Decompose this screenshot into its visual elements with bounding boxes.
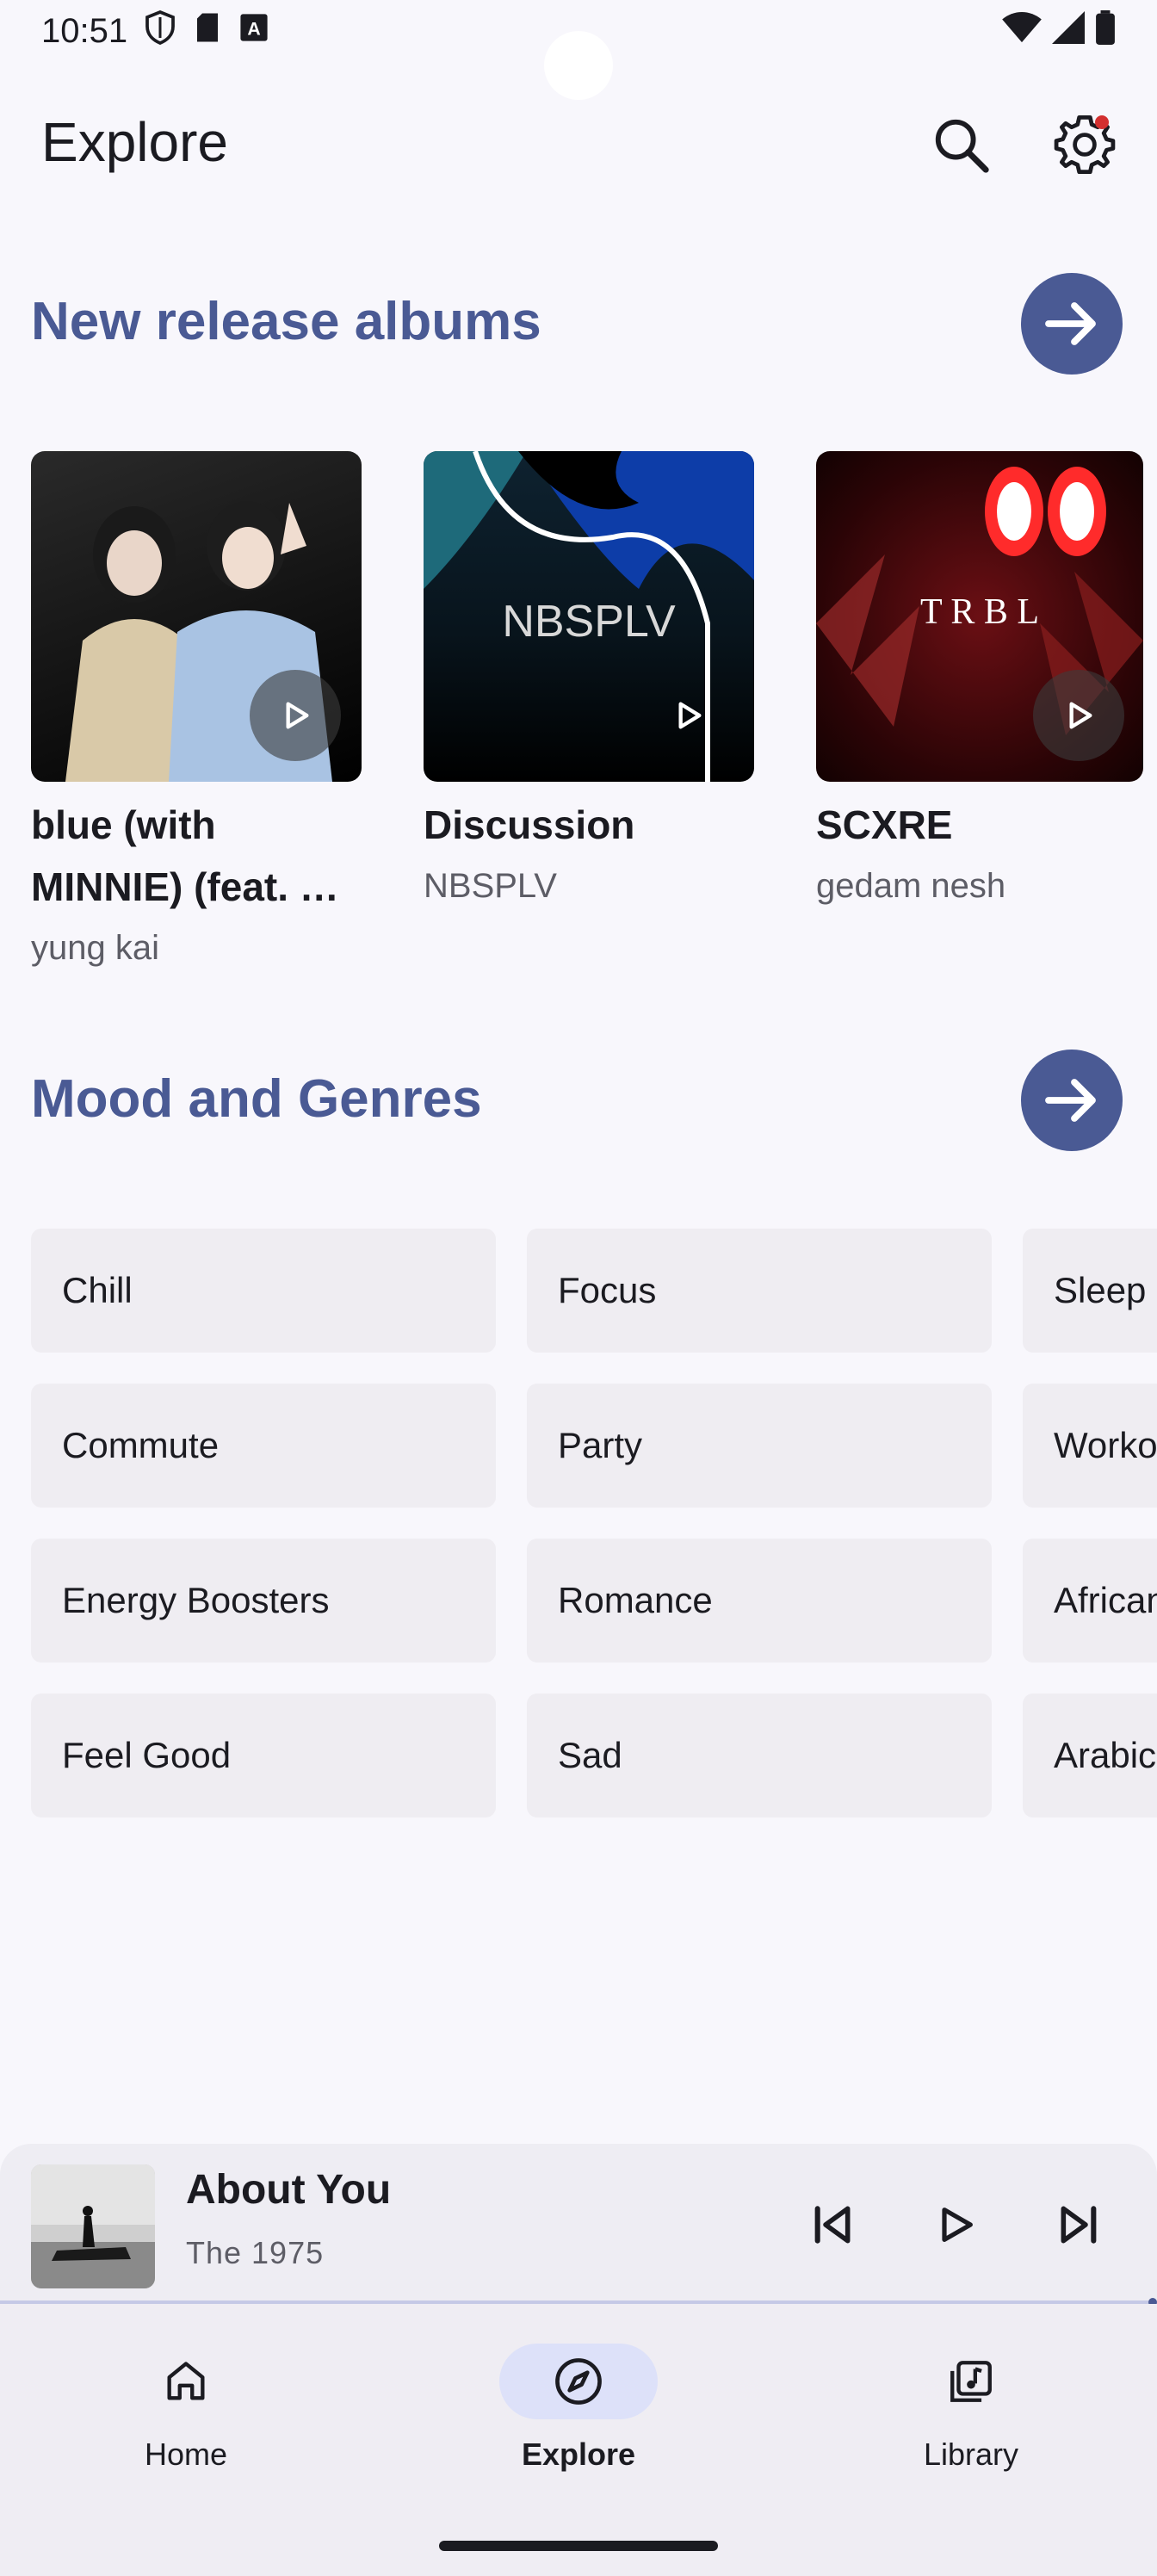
- home-icon: [167, 2362, 205, 2400]
- search-button[interactable]: [919, 103, 1002, 186]
- album-play-button[interactable]: [250, 670, 341, 761]
- skip-next-icon: [1061, 2206, 1097, 2244]
- album-thumbnail: [31, 2164, 155, 2288]
- previous-button[interactable]: [790, 2183, 873, 2266]
- nav-label-home: Home: [144, 2437, 228, 2472]
- album-title: Discussion: [424, 802, 635, 847]
- nav-item-library[interactable]: Library: [842, 2344, 1100, 2473]
- play-icon: [286, 702, 309, 729]
- mood-chip[interactable]: Worko: [1023, 1384, 1157, 1508]
- moods-more-button[interactable]: [1021, 1050, 1123, 1151]
- album-play-button[interactable]: [1033, 670, 1124, 761]
- arrow-right-icon: [1045, 1079, 1096, 1122]
- svg-text:NBSPLV: NBSPLV: [502, 597, 676, 647]
- album-artist: NBSPLV: [424, 867, 557, 905]
- nav-explore-indicator[interactable]: [499, 2344, 658, 2419]
- arrow-right-icon: [1045, 302, 1096, 345]
- play-icon: [1069, 702, 1092, 729]
- settings-button[interactable]: [1043, 103, 1126, 186]
- mood-chip[interactable]: Sleep: [1023, 1229, 1157, 1353]
- mini-player-artwork[interactable]: [31, 2164, 155, 2288]
- play-icon: [942, 2208, 973, 2242]
- nav-label-explore: Explore: [521, 2437, 636, 2472]
- album-title: SCXRE: [816, 802, 953, 847]
- gesture-home-bar[interactable]: [439, 2541, 718, 2551]
- signal-icon: [1052, 11, 1085, 44]
- moods-title: Mood and Genres: [31, 1069, 482, 1129]
- shield-icon: [145, 10, 175, 45]
- notification-dot: [1095, 115, 1109, 129]
- mood-chip[interactable]: Sad: [527, 1694, 992, 1817]
- album-artist: gedam nesh: [816, 867, 1006, 905]
- mood-chip[interactable]: Focus: [527, 1229, 992, 1353]
- new-releases-title: New release albums: [31, 292, 541, 351]
- mood-chip[interactable]: Energy Boosters: [31, 1539, 496, 1663]
- album-card[interactable]: T R B L SCXRE gedam nesh: [816, 451, 1147, 916]
- play-button[interactable]: [914, 2183, 997, 2266]
- mood-chip[interactable]: Party: [527, 1384, 992, 1508]
- svg-text:A: A: [247, 19, 260, 40]
- album-art[interactable]: T R B L: [816, 451, 1143, 782]
- album-title: blue (with MINNIE) (feat. …: [31, 802, 339, 909]
- page-title: Explore: [41, 111, 228, 173]
- nav-item-explore[interactable]: Explore: [449, 2344, 708, 2473]
- mood-chip[interactable]: African: [1023, 1539, 1157, 1663]
- mood-chip[interactable]: Romance: [527, 1539, 992, 1663]
- status-icons-right: [1002, 10, 1116, 45]
- nav-library-indicator[interactable]: [892, 2344, 1050, 2419]
- sd-card-icon: [197, 13, 218, 42]
- skip-previous-icon: [814, 2206, 851, 2244]
- nav-home-indicator[interactable]: [107, 2344, 265, 2419]
- mood-chip[interactable]: Chill: [31, 1229, 496, 1353]
- nav-label-library: Library: [923, 2437, 1019, 2472]
- compass-icon: [555, 2358, 602, 2405]
- mood-chip[interactable]: Commute: [31, 1384, 496, 1508]
- status-time: 10:51: [41, 12, 128, 50]
- next-button[interactable]: [1038, 2183, 1121, 2266]
- battery-icon: [1096, 10, 1115, 45]
- new-releases-more-button[interactable]: [1021, 273, 1123, 375]
- album-card[interactable]: blue (with MINNIE) (feat. … yung kai: [31, 451, 362, 978]
- camera-cutout: [544, 31, 613, 100]
- keyboard-icon: A: [240, 14, 268, 41]
- wifi-icon: [1002, 11, 1042, 43]
- status-icons-left: A: [145, 10, 269, 45]
- album-artist: yung kai: [31, 929, 159, 967]
- mood-chip[interactable]: Feel Good: [31, 1694, 496, 1817]
- album-card[interactable]: NBSPLV Discussion NBSPLV: [424, 451, 754, 916]
- search-icon: [935, 119, 989, 173]
- play-icon: [678, 702, 702, 729]
- album-art[interactable]: NBSPLV: [424, 451, 754, 782]
- mood-chip[interactable]: Arabic: [1023, 1694, 1157, 1817]
- mini-player-artist: The 1975: [186, 2235, 325, 2270]
- library-music-icon: [950, 2361, 992, 2402]
- mini-player-title: About You: [186, 2167, 392, 2213]
- nav-item-home[interactable]: Home: [57, 2344, 315, 2473]
- svg-text:T R B L: T R B L: [920, 592, 1039, 632]
- album-art[interactable]: [31, 451, 362, 782]
- album-play-button[interactable]: [642, 670, 733, 761]
